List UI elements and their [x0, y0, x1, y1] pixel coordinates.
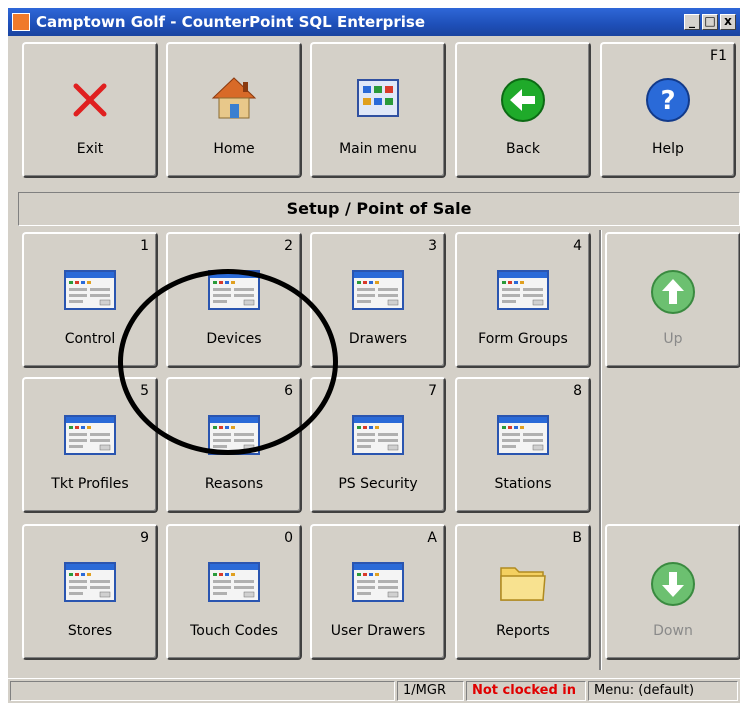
status-bar: 1/MGR Not clocked in Menu: (default) — [8, 678, 740, 703]
form-window-icon — [64, 562, 116, 606]
help-button[interactable]: F1 ? Help — [600, 42, 736, 178]
blue-question-icon: ? — [646, 78, 690, 122]
menu-item-label: Touch Codes — [190, 623, 278, 639]
form-window-icon — [208, 415, 260, 459]
form-window-icon — [497, 415, 549, 459]
menu-item-user-drawers[interactable]: A User Drawers — [310, 524, 446, 660]
menu-item-drawers[interactable]: 3 Drawers — [310, 232, 446, 368]
green-up-arrow-icon — [651, 270, 695, 314]
menu-item-label: PS Security — [338, 476, 418, 492]
menu-item-hotkey: 4 — [573, 238, 582, 254]
app-window: Exit Home Main menu Back F1 ? Help Setup… — [8, 36, 740, 703]
status-user: 1/MGR — [397, 681, 464, 701]
form-window-icon — [497, 270, 549, 314]
menu-item-label: User Drawers — [330, 623, 426, 639]
menu-item-label: Reports — [496, 623, 550, 639]
menu-item-ps-security[interactable]: 7 PS Security — [310, 377, 446, 513]
menu-item-label: Form Groups — [478, 331, 568, 347]
menu-item-hotkey: 5 — [140, 383, 149, 399]
menu-item-hotkey: 7 — [428, 383, 437, 399]
menu-item-stores[interactable]: 9 Stores — [22, 524, 158, 660]
window-title: Camptown Golf - CounterPoint SQL Enterpr… — [36, 13, 425, 31]
menu-item-hotkey: 8 — [573, 383, 582, 399]
form-window-icon — [352, 270, 404, 314]
folder-icon — [497, 560, 549, 608]
menu-item-touch-codes[interactable]: 0 Touch Codes — [166, 524, 302, 660]
menu-item-hotkey: A — [427, 530, 437, 546]
menu-grid-icon — [357, 79, 399, 117]
menu-item-label: Stations — [494, 476, 552, 492]
help-label: Help — [652, 141, 684, 157]
section-header: Setup / Point of Sale — [18, 192, 740, 226]
form-window-icon — [352, 415, 404, 459]
maximize-button[interactable]: □ — [702, 14, 718, 30]
menu-item-hotkey: 9 — [140, 530, 149, 546]
menu-item-label: Tkt Profiles — [51, 476, 129, 492]
down-label: Down — [653, 623, 693, 639]
menu-item-label: Reasons — [204, 476, 264, 492]
status-empty-cell — [10, 681, 395, 701]
menu-item-reasons[interactable]: 6 Reasons — [166, 377, 302, 513]
status-clock: Not clocked in — [466, 681, 586, 701]
up-button[interactable]: Up — [605, 232, 740, 368]
red-x-icon — [73, 83, 107, 117]
form-window-icon — [208, 562, 260, 606]
home-button[interactable]: Home — [166, 42, 302, 178]
help-hotkey: F1 — [710, 48, 727, 64]
svg-text:?: ? — [660, 86, 675, 116]
section-title: Setup / Point of Sale — [286, 199, 472, 218]
down-button[interactable]: Down — [605, 524, 740, 660]
form-window-icon — [208, 270, 260, 314]
menu-item-label: Drawers — [348, 331, 408, 347]
menu-item-hotkey: 0 — [284, 530, 293, 546]
form-window-icon — [64, 270, 116, 314]
menu-item-devices[interactable]: 2 Devices — [166, 232, 302, 368]
title-bar: Camptown Golf - CounterPoint SQL Enterpr… — [8, 8, 740, 36]
divider — [599, 230, 602, 670]
up-label: Up — [663, 331, 683, 347]
menu-item-label: Devices — [206, 331, 262, 347]
menu-item-stations[interactable]: 8 Stations — [455, 377, 591, 513]
menu-item-form-groups[interactable]: 4 Form Groups — [455, 232, 591, 368]
menu-item-label: Stores — [67, 623, 113, 639]
menu-item-tkt-profiles[interactable]: 5 Tkt Profiles — [22, 377, 158, 513]
menu-item-hotkey: B — [572, 530, 582, 546]
menu-item-reports[interactable]: B Reports — [455, 524, 591, 660]
exit-label: Exit — [76, 141, 104, 157]
close-button[interactable]: x — [720, 14, 736, 30]
green-down-arrow-icon — [651, 562, 695, 606]
status-menu: Menu: (default) — [588, 681, 738, 701]
form-window-icon — [64, 415, 116, 459]
form-window-icon — [352, 562, 404, 606]
back-button[interactable]: Back — [455, 42, 591, 178]
exit-button[interactable]: Exit — [22, 42, 158, 178]
app-icon — [12, 13, 30, 31]
menu-item-hotkey: 1 — [140, 238, 149, 254]
main-menu-button[interactable]: Main menu — [310, 42, 446, 178]
back-label: Back — [506, 141, 540, 157]
home-label: Home — [213, 141, 255, 157]
menu-item-control[interactable]: 1 Control — [22, 232, 158, 368]
menu-item-label: Control — [64, 331, 116, 347]
house-icon — [211, 77, 257, 119]
menu-item-hotkey: 3 — [428, 238, 437, 254]
main-menu-label: Main menu — [339, 141, 417, 157]
menu-item-hotkey: 2 — [284, 238, 293, 254]
menu-item-hotkey: 6 — [284, 383, 293, 399]
minimize-button[interactable]: _ — [684, 14, 700, 30]
green-left-arrow-icon — [501, 78, 545, 122]
